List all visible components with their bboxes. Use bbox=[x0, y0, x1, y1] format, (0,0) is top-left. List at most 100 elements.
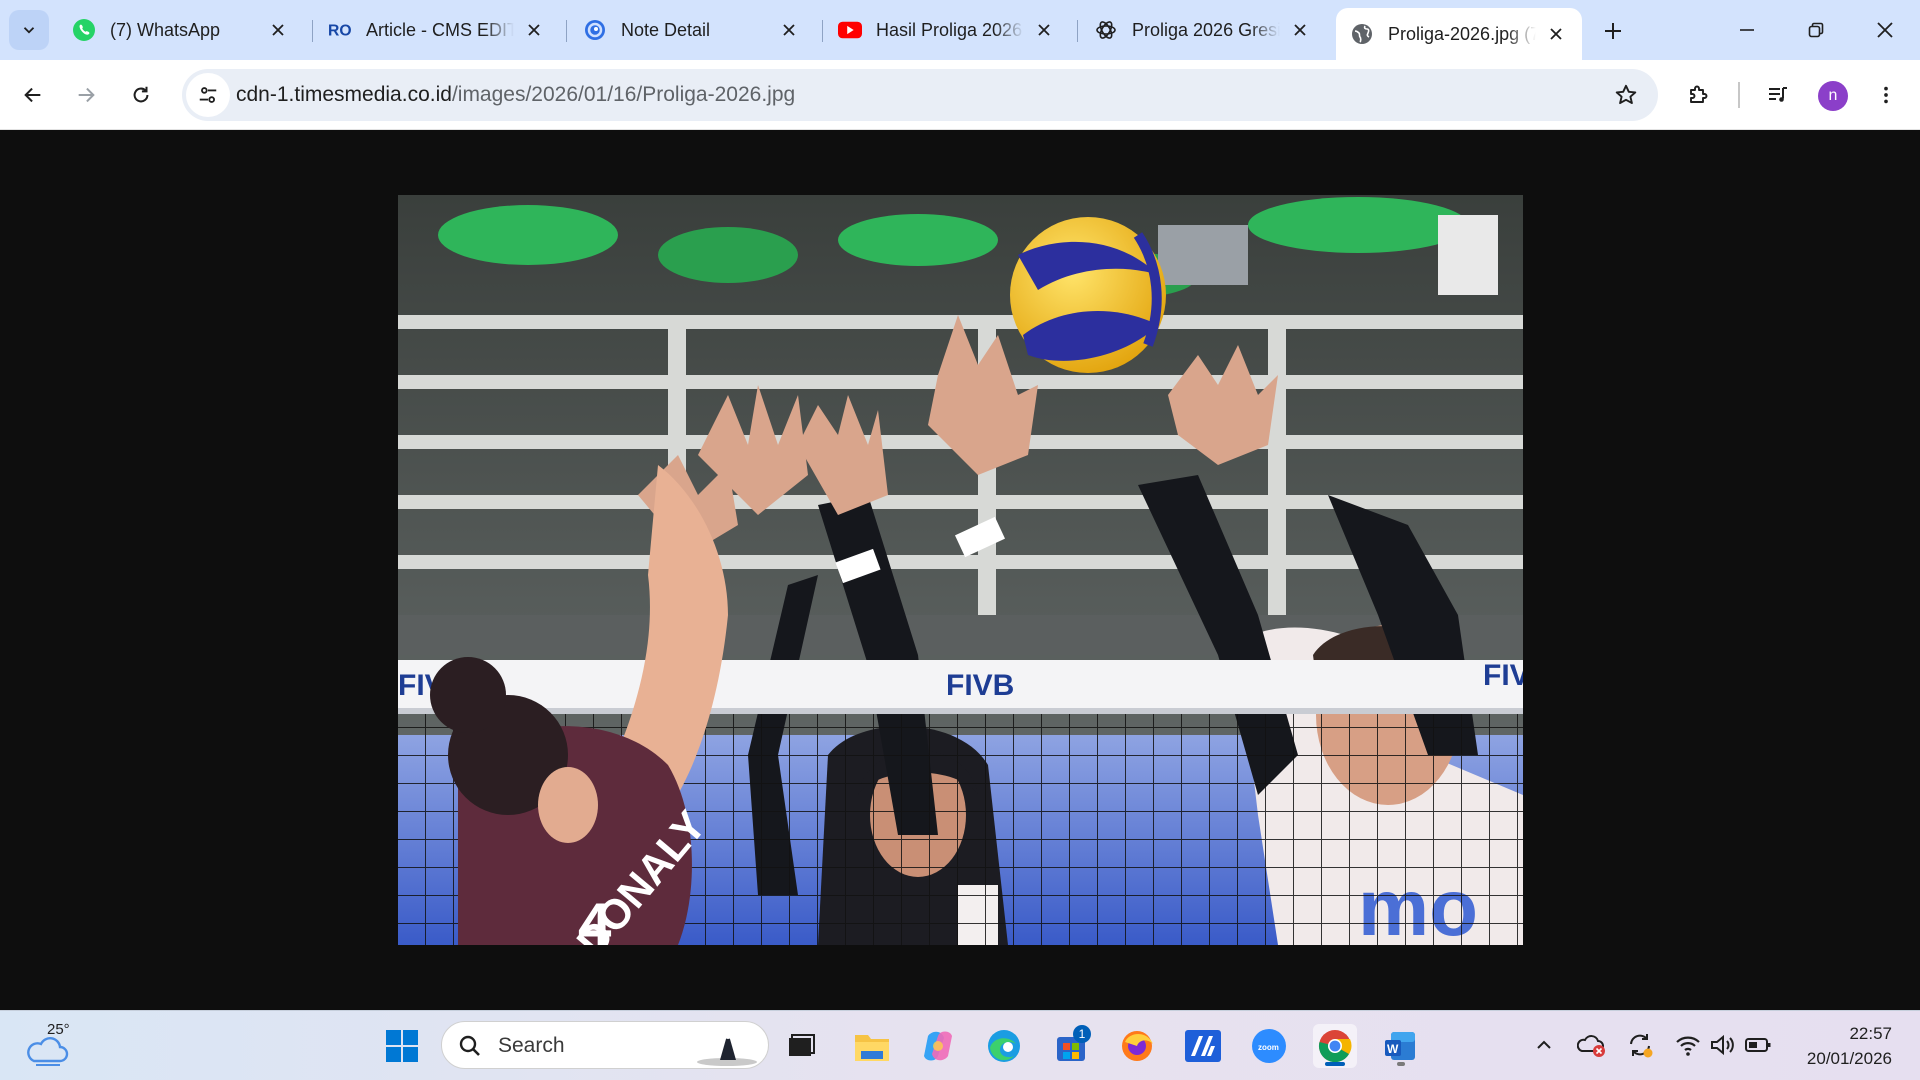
zoom-app[interactable]: zoom bbox=[1247, 1024, 1291, 1068]
tab-title: Article - CMS EDITOR bbox=[366, 19, 514, 40]
search-highlight-icon bbox=[697, 1029, 757, 1066]
queue-music-icon bbox=[1769, 87, 1787, 102]
copilot-icon bbox=[924, 1031, 952, 1061]
vpn-app[interactable] bbox=[1181, 1024, 1225, 1068]
arrow-right-icon bbox=[78, 87, 95, 103]
tab-separator bbox=[1077, 20, 1078, 42]
app-logo-icon bbox=[1185, 1030, 1221, 1062]
chevron-down-icon bbox=[23, 27, 35, 34]
chrome-icon bbox=[1318, 1030, 1352, 1063]
net-brand-center: FIVB bbox=[946, 669, 1014, 702]
svg-text:W: W bbox=[1387, 1042, 1399, 1056]
close-icon[interactable] bbox=[1544, 22, 1568, 46]
edge-icon bbox=[988, 1030, 1020, 1062]
active-indicator bbox=[1325, 1062, 1345, 1066]
sync-icon bbox=[1630, 1034, 1653, 1058]
puzzle-icon bbox=[1690, 85, 1708, 103]
tab-note-detail[interactable]: Note Detail bbox=[569, 10, 815, 50]
weather-temperature: 25° bbox=[47, 1021, 70, 1038]
jersey-number-left: 4 bbox=[578, 891, 612, 945]
back-button[interactable] bbox=[11, 73, 55, 117]
taskbar-search-box[interactable]: Search bbox=[441, 1021, 769, 1069]
restore-button[interactable] bbox=[1793, 10, 1839, 50]
search-placeholder: Search bbox=[498, 1034, 565, 1057]
store-notification-badge: 1 bbox=[1073, 1025, 1091, 1043]
swirl-icon bbox=[583, 18, 607, 42]
volleyball-photo[interactable]: mo bbox=[398, 195, 1523, 945]
forward-button[interactable] bbox=[64, 73, 108, 117]
tab-title: (7) WhatsApp bbox=[110, 19, 221, 40]
tab-proliga-gresik[interactable]: Proliga 2026 Gresik bbox=[1080, 10, 1326, 50]
tab-separator bbox=[566, 20, 567, 42]
start-button[interactable] bbox=[380, 1024, 424, 1068]
profile-avatar[interactable]: n bbox=[1818, 81, 1848, 111]
open-indicator bbox=[1397, 1062, 1405, 1066]
close-icon[interactable] bbox=[266, 18, 290, 42]
battery-icon bbox=[1745, 1038, 1771, 1052]
tab-proliga-jpg[interactable]: Proliga-2026.jpg (750 bbox=[1336, 8, 1582, 60]
close-icon[interactable] bbox=[1032, 18, 1056, 42]
bookmark-star-button[interactable] bbox=[1608, 77, 1644, 113]
task-view-button[interactable] bbox=[779, 1024, 823, 1068]
folder-icon bbox=[855, 1035, 889, 1061]
address-bar[interactable]: cdn-1.timesmedia.co.id/images/2026/01/16… bbox=[182, 69, 1658, 121]
svg-text:zoom: zoom bbox=[1258, 1043, 1279, 1052]
tab-strip: (7) WhatsApp RO Article - CMS EDITOR Not… bbox=[0, 0, 1920, 60]
word-icon: W bbox=[1385, 1032, 1415, 1060]
url-path: /images/2026/01/16/Proliga-2026.jpg bbox=[451, 83, 796, 106]
tab-cms-editor[interactable]: RO Article - CMS EDITOR bbox=[314, 10, 560, 50]
volleyball bbox=[1010, 217, 1166, 373]
tab-separator bbox=[822, 20, 823, 42]
tab-title: Note Detail bbox=[621, 19, 711, 40]
tab-hasil-proliga[interactable]: Hasil Proliga 2026 bbox=[824, 10, 1070, 50]
taskbar-clock[interactable]: 22:57 20/01/2026 bbox=[1807, 1021, 1892, 1071]
restore-icon bbox=[1808, 22, 1824, 38]
site-info-button[interactable] bbox=[186, 73, 230, 117]
globe-icon bbox=[1350, 22, 1374, 46]
wifi-tray-icon[interactable] bbox=[1672, 1029, 1704, 1061]
sync-tray-icon[interactable] bbox=[1624, 1029, 1656, 1061]
close-window-button[interactable] bbox=[1862, 10, 1908, 50]
openai-icon bbox=[1094, 18, 1118, 42]
close-icon bbox=[1877, 22, 1893, 38]
new-tab-button[interactable] bbox=[1596, 14, 1630, 48]
zoom-icon: zoom bbox=[1252, 1029, 1286, 1063]
close-icon[interactable] bbox=[777, 18, 801, 42]
file-explorer-app[interactable] bbox=[850, 1024, 894, 1068]
arrow-left-icon bbox=[24, 87, 41, 103]
copilot-app[interactable] bbox=[916, 1024, 960, 1068]
microsoft-store-app[interactable]: 1 bbox=[1049, 1024, 1093, 1068]
edge-app[interactable] bbox=[982, 1024, 1026, 1068]
whatsapp-icon bbox=[72, 18, 96, 42]
menu-button[interactable] bbox=[1864, 73, 1908, 117]
firefox-app[interactable] bbox=[1115, 1024, 1159, 1068]
tab-title: Proliga-2026.jpg (750 bbox=[1388, 23, 1536, 44]
tab-title: Proliga 2026 Gresik bbox=[1132, 19, 1280, 40]
media-controls-button[interactable] bbox=[1756, 73, 1800, 117]
tab-whatsapp[interactable]: (7) WhatsApp bbox=[58, 10, 304, 50]
browser-toolbar: cdn-1.timesmedia.co.id/images/2026/01/16… bbox=[0, 60, 1920, 130]
reload-button[interactable] bbox=[119, 73, 163, 117]
url-host: cdn-1.timesmedia.co.id bbox=[236, 83, 452, 106]
tune-icon bbox=[199, 87, 217, 103]
word-app[interactable]: W bbox=[1379, 1024, 1423, 1068]
toolbar-divider bbox=[1738, 82, 1740, 108]
chrome-app[interactable] bbox=[1313, 1024, 1357, 1068]
speaker-icon bbox=[1711, 1034, 1734, 1056]
close-icon[interactable] bbox=[1288, 18, 1312, 42]
volume-tray-icon[interactable] bbox=[1706, 1029, 1738, 1061]
close-icon[interactable] bbox=[522, 18, 546, 42]
windows-taskbar: 25° Search 1 zoom W 22:57 20/01/2026 bbox=[0, 1010, 1920, 1080]
onedrive-tray-icon[interactable] bbox=[1576, 1029, 1608, 1061]
minimize-button[interactable] bbox=[1724, 10, 1770, 50]
minimize-icon bbox=[1740, 29, 1754, 31]
url-text[interactable]: cdn-1.timesmedia.co.id/images/2026/01/16… bbox=[236, 83, 795, 107]
plus-icon bbox=[1605, 23, 1621, 39]
extensions-button[interactable] bbox=[1676, 73, 1720, 117]
battery-tray-icon[interactable] bbox=[1742, 1029, 1774, 1061]
search-icon bbox=[459, 1035, 480, 1056]
tab-search-button[interactable] bbox=[9, 10, 49, 50]
tab-separator bbox=[312, 20, 313, 42]
chevron-up-icon bbox=[1537, 1040, 1551, 1049]
show-hidden-icons-button[interactable] bbox=[1528, 1029, 1560, 1061]
